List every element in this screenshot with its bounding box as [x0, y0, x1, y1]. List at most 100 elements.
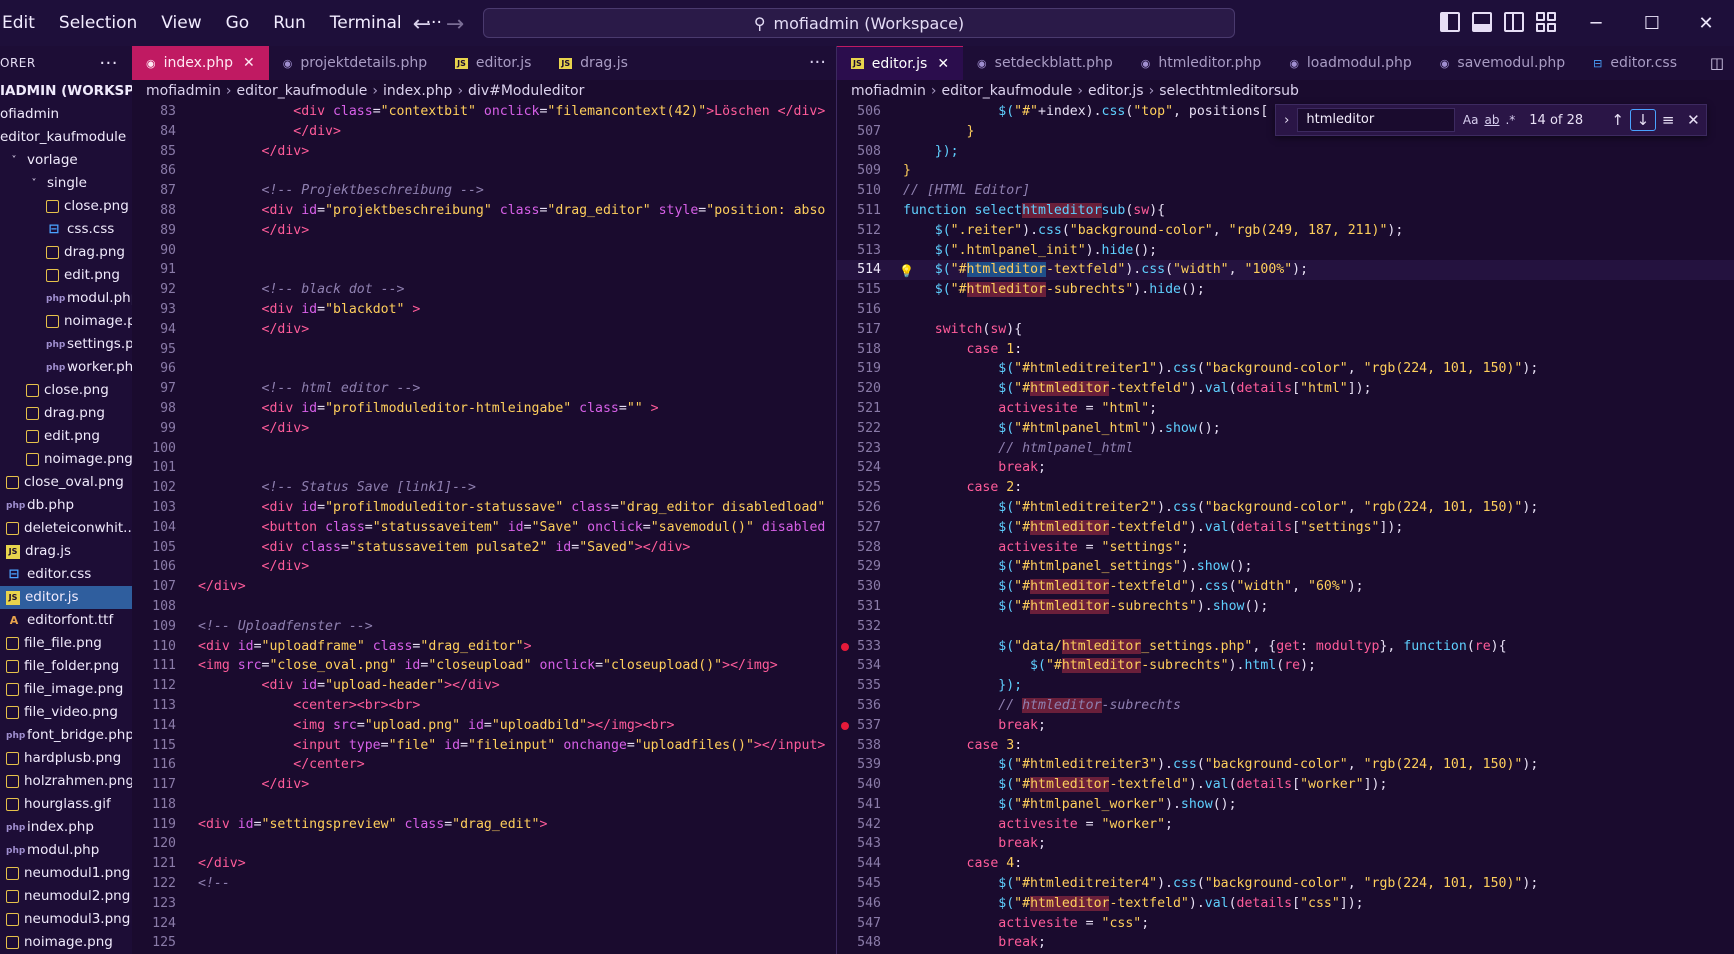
file-tree-item[interactable]: ⊟ css.css: [0, 218, 132, 241]
menu-item[interactable]: Go: [214, 0, 262, 46]
match-case-option[interactable]: Aa: [1463, 113, 1479, 127]
breadcrumb-item[interactable]: editor_kaufmodule: [942, 83, 1073, 99]
breakpoint-icon[interactable]: [841, 721, 849, 730]
file-tree-item[interactable]: hardplusb.png: [0, 747, 132, 770]
file-tree-item[interactable]: php db.php: [0, 494, 132, 517]
file-tree-item[interactable]: IADMIN (WORKSPACE): [0, 80, 132, 103]
file-tree-item[interactable]: drag.png: [0, 241, 132, 264]
close-window-button[interactable]: ✕: [1678, 0, 1734, 46]
editor-tab-label: editor.css: [1610, 55, 1678, 71]
file-tree-item-label: neumodul1.png: [24, 865, 131, 881]
use-regex-option[interactable]: .*: [1505, 113, 1515, 127]
file-tree-item[interactable]: editor_kaufmodule: [0, 126, 132, 149]
file-tree-item[interactable]: ˅ single: [0, 172, 132, 195]
breakpoint-icon[interactable]: [841, 642, 849, 651]
file-tree-item[interactable]: edit.png: [0, 264, 132, 287]
toggle-secondary-sidebar-icon[interactable]: [1504, 12, 1524, 32]
command-center-search[interactable]: ⚲ mofiadmin (Workspace): [483, 8, 1235, 38]
file-tree-item[interactable]: noimage.png: [0, 448, 132, 471]
file-tree-item[interactable]: phpmodul.php: [0, 287, 132, 310]
explorer-more-icon[interactable]: ···: [99, 53, 118, 74]
line-number: 545: [857, 876, 881, 892]
breadcrumb-item[interactable]: editor_kaufmodule: [237, 83, 368, 99]
forward-arrow-icon[interactable]: →: [438, 12, 472, 37]
editor-tab[interactable]: JS editor.js ✕: [837, 46, 964, 80]
previous-match-icon[interactable]: ↑: [1605, 111, 1630, 129]
file-tree-item[interactable]: Aeditorfont.ttf: [0, 609, 132, 632]
toggle-replace-chevron-icon[interactable]: ›: [1276, 113, 1297, 128]
file-tree-item[interactable]: close.png: [0, 379, 132, 402]
file-tree-item[interactable]: ⊟ editor.css: [0, 563, 132, 586]
file-tree-item[interactable]: close_oval.png: [0, 471, 132, 494]
editor-tab[interactable]: ◉ index.php ✕: [132, 46, 269, 80]
file-tree-item[interactable]: file_folder.png: [0, 655, 132, 678]
file-tree-item[interactable]: hourglass.gif: [0, 793, 132, 816]
match-whole-word-option[interactable]: ab: [1484, 113, 1499, 127]
editor-tab[interactable]: ◉ savemodul.php: [1426, 46, 1579, 80]
code-line: 95: [132, 340, 836, 360]
file-tree-item[interactable]: ˅ vorlage: [0, 149, 132, 172]
file-tree-item[interactable]: neumodul1.png: [0, 862, 132, 885]
minimize-button[interactable]: ─: [1568, 0, 1624, 46]
close-find-icon[interactable]: ✕: [1681, 111, 1706, 129]
breadcrumb-item[interactable]: mofiadmin: [851, 83, 926, 99]
menu-item[interactable]: Terminal: [318, 0, 414, 46]
editor-tab[interactable]: JS drag.js: [545, 46, 642, 80]
menu-item[interactable]: View: [149, 0, 213, 46]
menu-item[interactable]: Run: [261, 0, 318, 46]
file-tree-item[interactable]: holzrahmen.png: [0, 770, 132, 793]
breadcrumb-item[interactable]: selecthtmleditorsub: [1159, 83, 1299, 99]
file-tree-item[interactable]: close.png: [0, 195, 132, 218]
file-tree-item[interactable]: php index.php: [0, 816, 132, 839]
back-arrow-icon[interactable]: ←: [405, 12, 439, 37]
file-tree-item[interactable]: deleteiconwhit...: [0, 517, 132, 540]
split-editor-icon[interactable]: ◫: [1710, 46, 1724, 80]
find-input[interactable]: htmleditor: [1297, 108, 1455, 132]
find-in-selection-icon[interactable]: ≡: [1656, 111, 1681, 129]
file-tree-item[interactable]: neumodul2.png: [0, 885, 132, 908]
close-tab-icon[interactable]: ✕: [937, 56, 949, 72]
file-tree-item[interactable]: JS drag.js: [0, 540, 132, 563]
left-editor-more-icon[interactable]: ···: [809, 46, 826, 80]
file-tree-item[interactable]: php font_bridge.php: [0, 724, 132, 747]
file-tree-item[interactable]: file_file.png: [0, 632, 132, 655]
file-tree-item[interactable]: JS editor.js: [0, 586, 132, 609]
menu-item[interactable]: Edit: [0, 0, 47, 46]
right-code-area[interactable]: 506 $("#"+index).css("top", positions[50…: [837, 102, 1734, 954]
file-tree-item[interactable]: phpsettings.php: [0, 333, 132, 356]
editor-tab[interactable]: ⊟ editor.css: [1579, 46, 1691, 80]
breadcrumb-item[interactable]: index.php: [383, 83, 452, 99]
file-tree-item[interactable]: phpworker.php: [0, 356, 132, 379]
file-tree-item[interactable]: noimage.png: [0, 310, 132, 333]
file-tree-item[interactable]: neumodul3.png: [0, 908, 132, 931]
file-tree-item[interactable]: ofiadmin: [0, 103, 132, 126]
breadcrumb-item[interactable]: div#Moduleditor: [468, 83, 584, 99]
breadcrumb-item[interactable]: editor.js: [1088, 83, 1144, 99]
maximize-button[interactable]: ☐: [1624, 0, 1680, 46]
toggle-panel-icon[interactable]: [1472, 12, 1492, 32]
file-tree-item[interactable]: phpmodul.php: [0, 839, 132, 862]
php-file-icon: php: [6, 822, 26, 833]
editor-tab[interactable]: ◉ setdeckblatt.php: [963, 46, 1127, 80]
customize-layout-icon[interactable]: [1536, 12, 1556, 32]
toggle-primary-sidebar-icon[interactable]: [1440, 12, 1460, 32]
menu-item[interactable]: Selection: [47, 0, 149, 46]
breadcrumb-item[interactable]: mofiadmin: [146, 83, 221, 99]
editor-tab[interactable]: JS editor.js: [441, 46, 545, 80]
next-match-icon[interactable]: ↓: [1630, 109, 1656, 131]
close-tab-icon[interactable]: ✕: [243, 55, 255, 71]
file-tree-item[interactable]: file_video.png: [0, 701, 132, 724]
file-tree-item[interactable]: file_image.png: [0, 678, 132, 701]
file-tree-item[interactable]: noimage.png: [0, 931, 132, 954]
line-number: 89: [160, 222, 176, 238]
file-tree-item[interactable]: edit.png: [0, 425, 132, 448]
code-token: ".htmlpanel_init": [950, 242, 1086, 258]
editor-tab[interactable]: ◉ loadmodul.php: [1275, 46, 1425, 80]
file-tree-item[interactable]: drag.png: [0, 402, 132, 425]
left-code-area[interactable]: 83 <div class="contextbit" onclick="file…: [132, 102, 836, 954]
editor-tab[interactable]: ◉ projektdetails.php: [269, 46, 441, 80]
editor-tab[interactable]: ◉ htmleditor.php: [1127, 46, 1276, 80]
